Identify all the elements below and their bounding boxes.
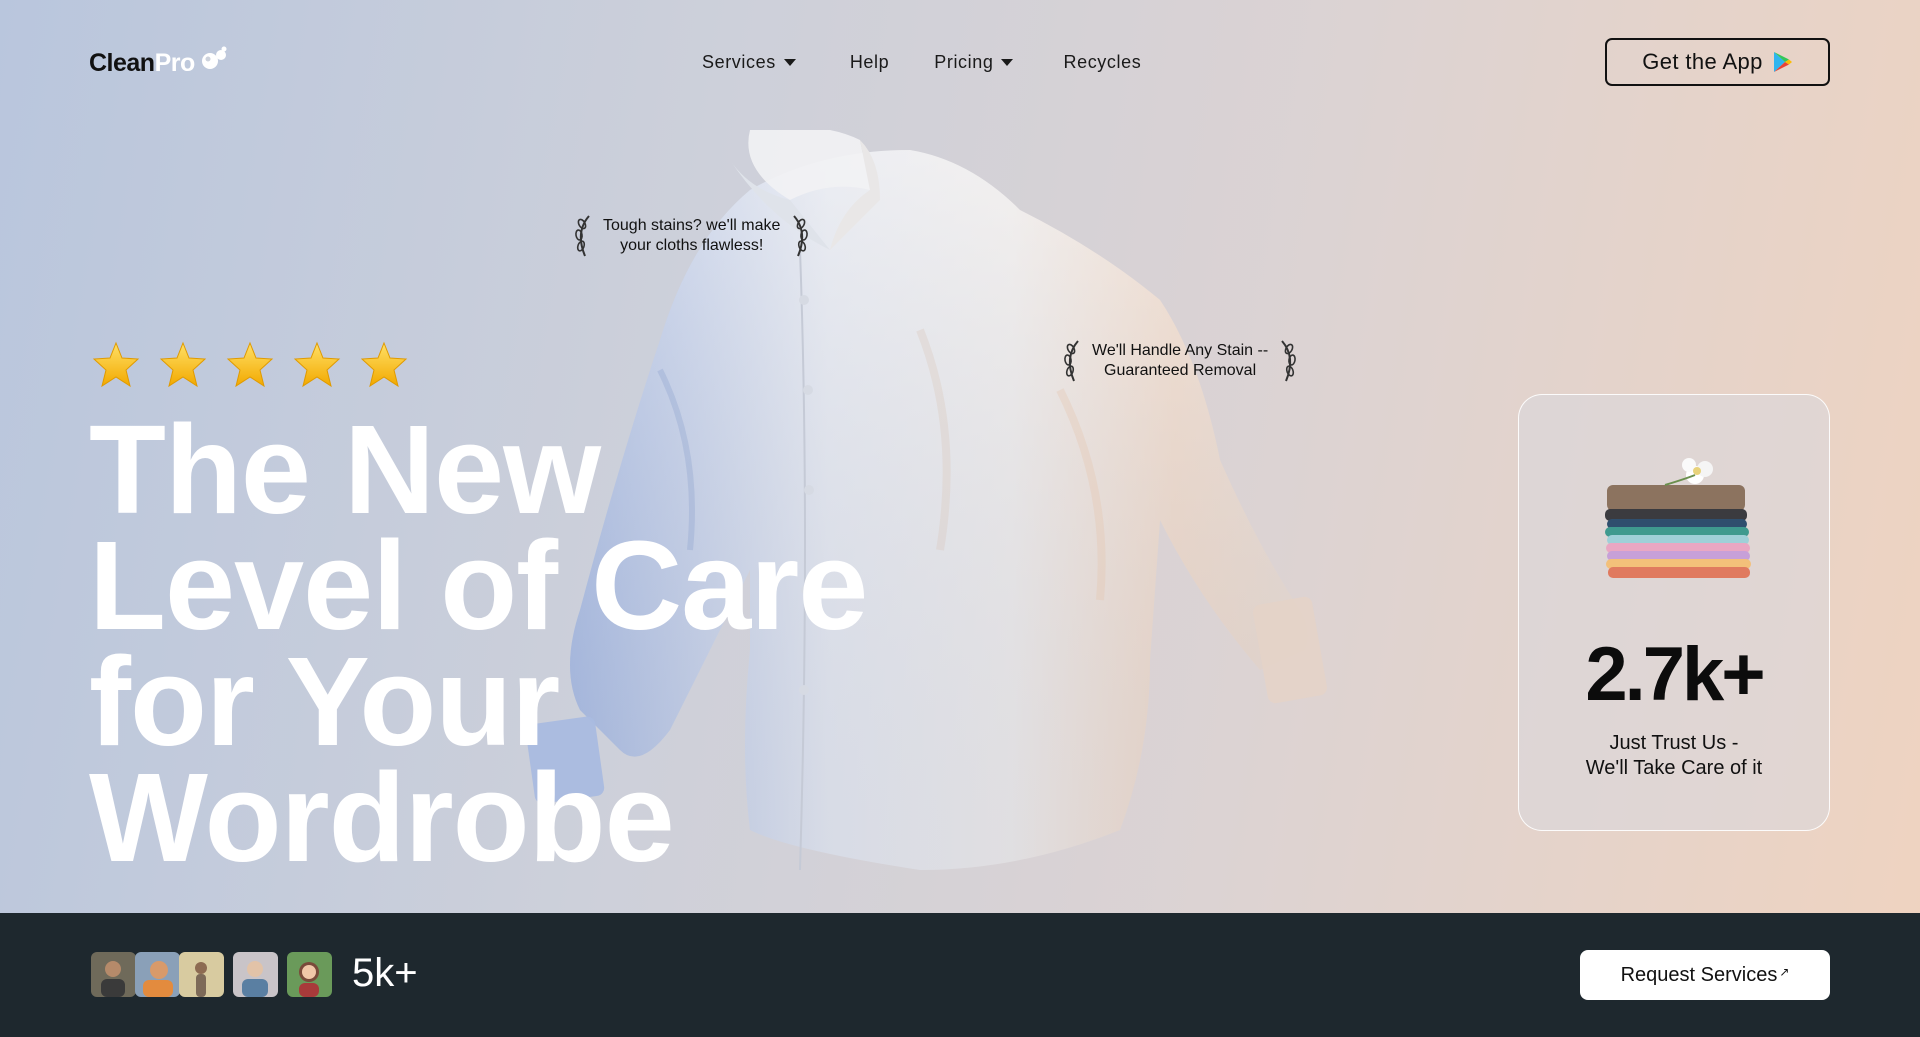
nav-help[interactable]: Help	[850, 52, 889, 73]
chevron-down-icon	[783, 59, 796, 66]
avatar	[135, 952, 180, 997]
quote-guarantee-badge: We'll Handle Any Stain -- Guaranteed Rem…	[1062, 339, 1298, 383]
quote-stain-line1: Tough stains? we'll make	[603, 217, 781, 234]
nav-recycles[interactable]: Recycles	[1063, 52, 1141, 73]
main-nav: Services Help Pricing Recycles	[702, 52, 1141, 73]
brand-logo[interactable]: Clean Pro	[89, 46, 229, 78]
avatar	[91, 952, 136, 997]
star-icon	[159, 341, 207, 388]
headline-line-4: Wordrobe	[89, 747, 675, 888]
stat-caption-line2: We'll Take Care of it	[1585, 757, 1763, 779]
rating-stars	[91, 340, 426, 390]
request-services-label: Request Services	[1620, 963, 1778, 986]
avatar	[233, 952, 278, 997]
laurel-left-icon	[575, 215, 590, 257]
stat-value: 2.7k+	[1585, 632, 1765, 717]
customer-avatars	[91, 952, 332, 997]
get-the-app-label: Get the App	[1642, 49, 1763, 74]
request-services-button[interactable]: Request Services ↗	[1580, 950, 1830, 1000]
hero-section: Clean Pro Services Help Pricing Recycles …	[0, 0, 1920, 913]
brand-name-part2: Pro	[154, 49, 196, 77]
nav-help-label: Help	[849, 52, 890, 72]
headline-line-2: Level of Care	[89, 515, 868, 656]
get-the-app-button[interactable]: Get the App	[1605, 38, 1830, 86]
folded-clothes-image	[1605, 458, 1751, 578]
arrow-up-right-icon: ↗	[1779, 965, 1790, 979]
quote-stain-badge: Tough stains? we'll make your cloths fla…	[573, 214, 810, 258]
chevron-down-icon	[1001, 59, 1014, 66]
customer-count: 5k+	[352, 951, 418, 995]
stat-caption-line1: Just Trust Us -	[1609, 732, 1739, 754]
quote-guarantee-text: We'll Handle Any Stain -- Guaranteed Rem…	[1084, 341, 1276, 381]
avatar	[287, 952, 332, 997]
laurel-left-icon	[1064, 340, 1079, 382]
star-icon	[226, 341, 274, 388]
quote-stain-line2: your cloths flawless!	[620, 237, 764, 254]
stat-caption: Just Trust Us - We'll Take Care of it	[1519, 731, 1829, 781]
nav-services[interactable]: Services	[702, 52, 796, 73]
stat-card: 2.7k+ Just Trust Us - We'll Take Care of…	[1518, 394, 1830, 831]
headline-line-1: The New	[89, 399, 601, 540]
avatar	[179, 952, 224, 997]
nav-pricing[interactable]: Pricing	[934, 52, 1014, 73]
laurel-right-icon	[1281, 340, 1297, 382]
laurel-right-icon	[793, 215, 809, 257]
nav-pricing-label: Pricing	[934, 52, 994, 72]
bubbles-icon	[201, 46, 227, 69]
nav-services-label: Services	[702, 52, 776, 72]
quote-guarantee-line2: Guaranteed Removal	[1104, 362, 1257, 379]
star-icon	[293, 341, 341, 388]
brand-name-part1: Clean	[89, 49, 155, 77]
nav-recycles-label: Recycles	[1063, 52, 1142, 72]
headline-line-3: for Your	[89, 631, 560, 772]
quote-stain-text: Tough stains? we'll make your cloths fla…	[595, 216, 788, 256]
hero-headline: The New Level of Care for Your Wordrobe	[89, 399, 868, 888]
quote-guarantee-line1: We'll Handle Any Stain --	[1092, 342, 1269, 359]
star-icon	[92, 341, 140, 388]
star-icon	[360, 341, 408, 388]
play-store-icon	[1773, 52, 1792, 72]
